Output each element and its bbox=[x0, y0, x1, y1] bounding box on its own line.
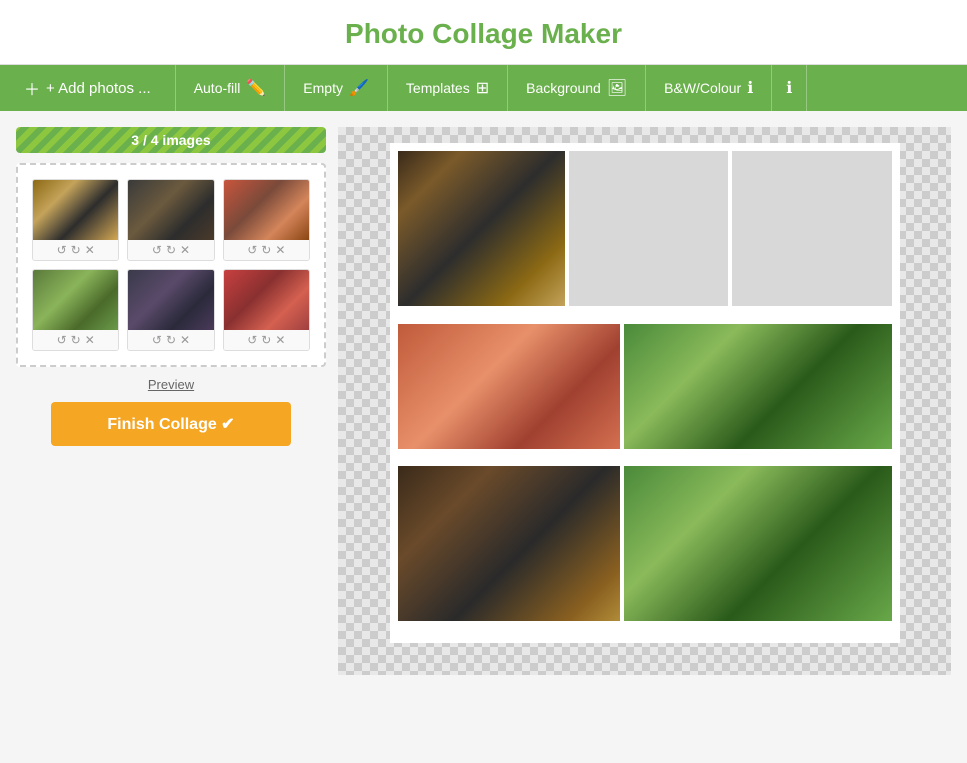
collage-row-1 bbox=[398, 151, 892, 320]
remove-btn-3[interactable]: ✕ bbox=[275, 243, 285, 257]
templates-button[interactable]: Templates ⊞ bbox=[388, 65, 508, 111]
collage-cell-1-1[interactable] bbox=[398, 151, 565, 306]
thumb-image-4 bbox=[33, 270, 118, 330]
collage-area bbox=[338, 127, 951, 675]
finish-collage-button[interactable]: Finish Collage ✔ bbox=[51, 402, 291, 446]
collage-cell-2-2[interactable] bbox=[624, 324, 891, 449]
rotate-left-btn-2[interactable]: ↺ bbox=[152, 243, 162, 257]
collage-cell-2-1[interactable] bbox=[398, 324, 621, 449]
thumbnail-3[interactable]: ↺ ↻ ✕ bbox=[223, 179, 310, 261]
plus-icon: ＋ bbox=[24, 76, 40, 100]
auto-fill-button[interactable]: Auto-fill ✏️ bbox=[176, 65, 286, 111]
rotate-left-btn-5[interactable]: ↺ bbox=[152, 333, 162, 347]
rotate-right-btn-4[interactable]: ↻ bbox=[71, 333, 81, 347]
thumb-controls-3: ↺ ↻ ✕ bbox=[224, 240, 309, 260]
collage-row-2 bbox=[398, 324, 892, 463]
rotate-left-btn-4[interactable]: ↺ bbox=[57, 333, 67, 347]
rotate-left-btn-3[interactable]: ↺ bbox=[247, 243, 257, 257]
background-button[interactable]: Background 🖼 bbox=[508, 65, 646, 111]
rotate-right-btn-3[interactable]: ↻ bbox=[261, 243, 271, 257]
collage-cell-3-2[interactable] bbox=[624, 466, 891, 621]
image-count-badge: 3 / 4 images bbox=[16, 127, 326, 153]
thumb-image-2 bbox=[128, 180, 213, 240]
remove-btn-2[interactable]: ✕ bbox=[180, 243, 190, 257]
info-button[interactable]: ℹ bbox=[772, 65, 807, 111]
left-panel: 3 / 4 images ↺ ↻ ✕ ↺ ↻ bbox=[16, 127, 326, 675]
thumb-controls-6: ↺ ↻ ✕ bbox=[224, 330, 309, 350]
thumb-image-3 bbox=[224, 180, 309, 240]
empty-icon: 🖌️ bbox=[349, 78, 369, 98]
thumb-controls-2: ↺ ↻ ✕ bbox=[128, 240, 213, 260]
thumbnail-6[interactable]: ↺ ↻ ✕ bbox=[223, 269, 310, 351]
rotate-right-btn-2[interactable]: ↻ bbox=[166, 243, 176, 257]
thumbnail-4[interactable]: ↺ ↻ ✕ bbox=[32, 269, 119, 351]
rotate-right-btn-5[interactable]: ↻ bbox=[166, 333, 176, 347]
collage-cell-1-2[interactable] bbox=[569, 151, 728, 306]
rotate-right-btn-1[interactable]: ↻ bbox=[71, 243, 81, 257]
collage-canvas bbox=[390, 143, 900, 643]
rotate-left-btn-6[interactable]: ↺ bbox=[247, 333, 257, 347]
thumbnail-2[interactable]: ↺ ↻ ✕ bbox=[127, 179, 214, 261]
remove-btn-4[interactable]: ✕ bbox=[85, 333, 95, 347]
info-circle-icon: ℹ bbox=[747, 78, 753, 98]
page-title: Photo Collage Maker bbox=[0, 18, 967, 50]
image-grid: ↺ ↻ ✕ ↺ ↻ ✕ ↺ bbox=[32, 179, 310, 351]
rotate-right-btn-6[interactable]: ↻ bbox=[261, 333, 271, 347]
main-content: 3 / 4 images ↺ ↻ ✕ ↺ ↻ bbox=[0, 111, 967, 691]
background-icon: 🖼 bbox=[607, 78, 627, 98]
thumbnail-1[interactable]: ↺ ↻ ✕ bbox=[32, 179, 119, 261]
empty-button[interactable]: Empty 🖌️ bbox=[285, 65, 388, 111]
collage-cell-1-3[interactable] bbox=[732, 151, 891, 306]
thumb-image-6 bbox=[224, 270, 309, 330]
image-grid-panel: ↺ ↻ ✕ ↺ ↻ ✕ ↺ bbox=[16, 163, 326, 367]
thumb-image-5 bbox=[128, 270, 213, 330]
bw-colour-button[interactable]: B&W/Colour ℹ bbox=[646, 65, 772, 111]
collage-row-3 bbox=[398, 466, 892, 635]
thumbnail-5[interactable]: ↺ ↻ ✕ bbox=[127, 269, 214, 351]
collage-cell-3-1[interactable] bbox=[398, 466, 621, 621]
rotate-left-btn-1[interactable]: ↺ bbox=[57, 243, 67, 257]
thumb-image-1 bbox=[33, 180, 118, 240]
remove-btn-5[interactable]: ✕ bbox=[180, 333, 190, 347]
thumb-controls-4: ↺ ↻ ✕ bbox=[33, 330, 118, 350]
autofill-icon: ✏️ bbox=[246, 78, 266, 98]
preview-link[interactable]: Preview bbox=[148, 377, 194, 392]
remove-btn-1[interactable]: ✕ bbox=[85, 243, 95, 257]
info-icon: ℹ bbox=[786, 78, 792, 98]
thumb-controls-5: ↺ ↻ ✕ bbox=[128, 330, 213, 350]
toolbar: ＋ + Add photos ... Auto-fill ✏️ Empty 🖌️… bbox=[0, 65, 967, 111]
remove-btn-6[interactable]: ✕ bbox=[275, 333, 285, 347]
thumb-controls-1: ↺ ↻ ✕ bbox=[33, 240, 118, 260]
page-header: Photo Collage Maker bbox=[0, 0, 967, 65]
add-photos-button[interactable]: ＋ + Add photos ... bbox=[0, 65, 176, 111]
templates-icon: ⊞ bbox=[476, 78, 489, 98]
